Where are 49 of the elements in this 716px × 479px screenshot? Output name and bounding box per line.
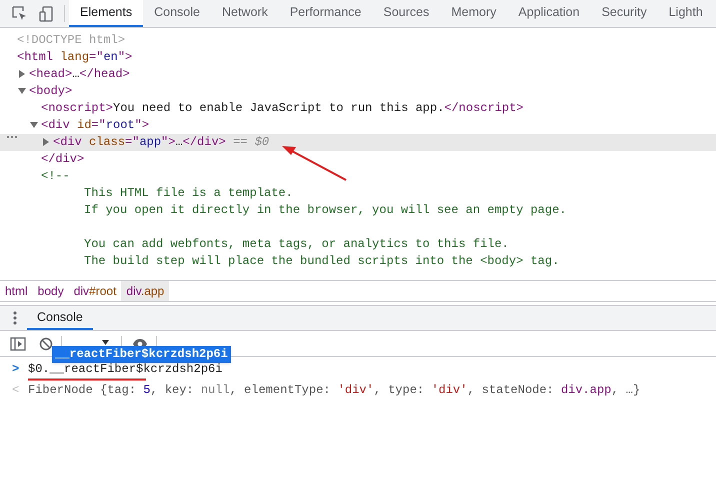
dom-node-text: </div>	[41, 152, 84, 166]
dom-node-row[interactable]: <body>	[0, 83, 716, 100]
collapsed-triangle-icon[interactable]	[42, 138, 50, 146]
drawer-tab[interactable]: Console	[27, 306, 93, 330]
comment-text: The build step will place the bundled scripts into the <body> tag.	[84, 254, 560, 268]
breadcrumb[interactable]: html	[0, 281, 33, 301]
devtools-tab[interactable]: Lighth	[658, 0, 714, 27]
devtools-tab[interactable]: Performance	[278, 0, 372, 27]
breadcrumb[interactable]: div.app	[121, 281, 170, 301]
inspect-icon[interactable]	[12, 6, 27, 21]
collapsed-triangle-icon[interactable]	[18, 70, 26, 78]
dom-node-row[interactable]: <div class="app">…</div> == $0	[0, 134, 716, 151]
console-output: FiberNode {tag: 5, key: null, elementType: 'div', type: 'div', stateNode: div.app, …}	[28, 382, 640, 399]
console-input[interactable]: $0.__reactFiber$kcrzdsh2p6i	[28, 360, 222, 378]
expanded-triangle-icon[interactable]	[30, 121, 38, 129]
more-icon[interactable]	[6, 135, 18, 139]
dom-node-row[interactable]: <head>…</head>	[0, 66, 716, 83]
devtools-tab[interactable]: Console	[143, 0, 211, 27]
dom-node-row[interactable]: <!--	[0, 168, 716, 185]
devtools-tab[interactable]: Memory	[440, 0, 508, 27]
dom-node-text: <!--	[41, 168, 70, 185]
result-arrow-icon: <	[0, 381, 28, 399]
breadcrumb[interactable]: body	[32, 281, 69, 301]
sidebar-toggle-icon[interactable]	[10, 336, 26, 350]
expanded-triangle-icon[interactable]	[18, 87, 26, 95]
comment-text: This HTML file is a template.	[84, 186, 293, 200]
clear-icon[interactable]	[39, 336, 53, 350]
comment-text: You can add webfonts, meta tags, or analytics to this file.	[84, 237, 509, 251]
dom-node-text: <head>…</head>	[29, 66, 130, 83]
dom-node-text: <div id="root">	[41, 117, 150, 134]
devtools-tab[interactable]: Application	[507, 0, 591, 27]
dom-node-text: <noscript>You need to enable JavaScript to run this app.</noscript>	[41, 100, 524, 117]
devtools-tab[interactable]: Security	[590, 0, 658, 27]
comment-text: If you open it directly in the browser, you will see an empty page.	[84, 203, 566, 217]
device-icon[interactable]	[39, 6, 54, 22]
more-menu-icon[interactable]	[13, 311, 17, 325]
dom-node-text: <body>	[29, 83, 72, 100]
prompt-icon: >	[0, 360, 28, 378]
devtools-tab[interactable]: Elements	[69, 0, 144, 27]
devtools-tab[interactable]: Network	[210, 0, 279, 27]
dom-node-text: <html lang="en">	[17, 49, 132, 66]
dom-node-row[interactable]: <div id="root">	[0, 117, 716, 134]
devtools-tab[interactable]: Sources	[372, 0, 440, 27]
dom-node-text: <div class="app">…</div> == $0	[53, 134, 270, 151]
dom-node-row[interactable]: <html lang="en">	[0, 49, 716, 66]
breadcrumb[interactable]: div#root	[68, 281, 122, 301]
dom-node-row[interactable]: <noscript>You need to enable JavaScript to run this app.</noscript>	[0, 100, 716, 117]
dom-node-text: <!DOCTYPE html>	[17, 32, 126, 49]
autocomplete-menu[interactable]: __reactFiber$kcrzdsh2p6i	[52, 346, 231, 363]
